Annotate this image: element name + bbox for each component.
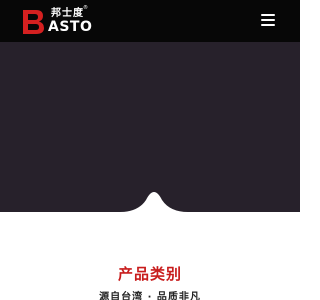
logo-english-text: ASTO [48,19,93,35]
hero-wave-divider [0,192,300,214]
logo-b-mark-icon [23,10,44,34]
brand-logo[interactable]: 邦士度 ® ASTO [20,5,93,37]
registered-mark: ® [83,5,88,11]
section-title: 产品类别 [117,265,182,283]
hamburger-menu-icon[interactable] [258,11,278,29]
section-subtitle: 源自台湾 · 品质非凡 [99,292,201,300]
site-header: 邦士度 ® ASTO [0,0,300,42]
